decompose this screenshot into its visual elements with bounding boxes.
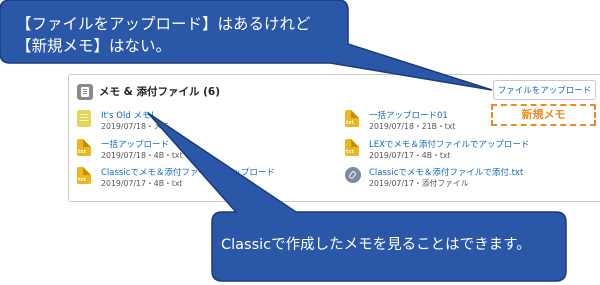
top-callout-line1: 【ファイルをアップロード】はあるけれど (16, 15, 311, 33)
top-callout-line2: 【新規メモ】はない。 (16, 37, 172, 55)
bottom-callout-text: Classicで作成したメモを見ることはできます。 (221, 237, 531, 253)
bottom-callout-bubble (147, 112, 567, 282)
top-callout-text: 【ファイルをアップロード】はあるけれど 【新規メモ】はない。 (16, 13, 311, 57)
